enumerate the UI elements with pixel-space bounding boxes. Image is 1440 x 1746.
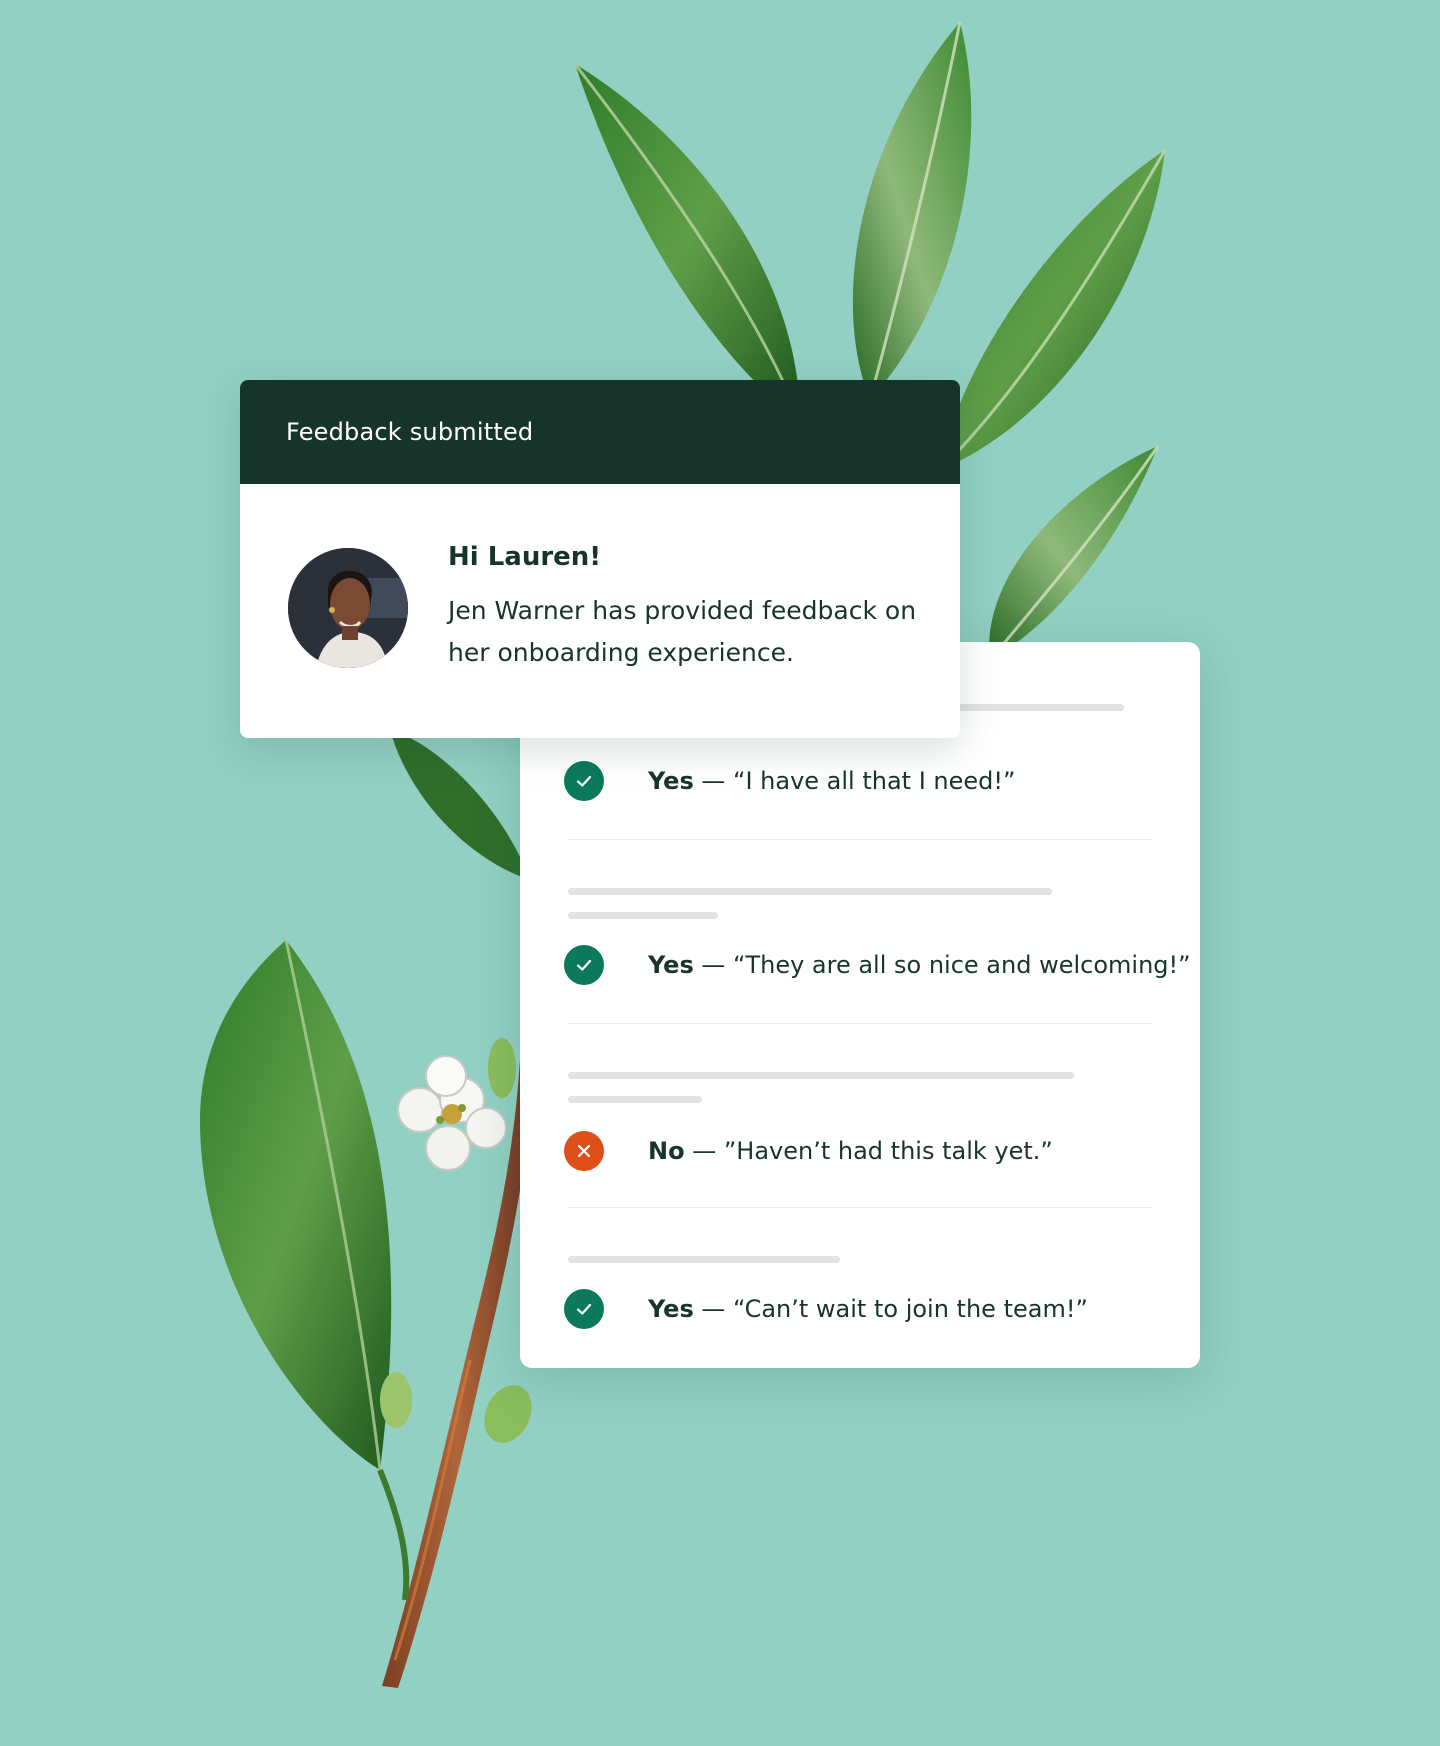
placeholder-line — [568, 888, 1052, 895]
feedback-answers-card: Yes — “I have all that I need!” Yes — “T… — [520, 642, 1200, 1368]
answer-verdict: No — [648, 1137, 685, 1165]
answer-verdict: Yes — [648, 767, 694, 795]
answer-text: Yes — “Can’t wait to join the team!” — [648, 1289, 1088, 1329]
placeholder-line — [568, 1256, 840, 1263]
greeting: Hi Lauren! — [448, 542, 602, 572]
answer-verdict: Yes — [648, 1295, 694, 1323]
answer-quote: — “They are all so nice and welcoming!” — [693, 951, 1191, 979]
answer-verdict: Yes — [648, 951, 694, 979]
divider — [568, 839, 1152, 840]
illustration-stage: Yes — “I have all that I need!” Yes — “T… — [0, 0, 1440, 1746]
answer-text: Yes — “I have all that I need!” — [648, 761, 1015, 801]
check-icon — [564, 761, 604, 801]
x-icon — [564, 1131, 604, 1171]
answer-quote: — “Can’t wait to join the team!” — [693, 1295, 1088, 1323]
answer-row: Yes — “They are all so nice and welcomin… — [564, 945, 1191, 989]
notification-body: Hi Lauren! Jen Warner has provided feedb… — [240, 484, 960, 738]
answer-quote: — ”Haven’t had this talk yet.” — [684, 1137, 1053, 1165]
answer-text: Yes — “They are all so nice and welcomin… — [648, 945, 1191, 985]
notification-header: Feedback submitted — [240, 380, 960, 484]
notification-message: Jen Warner has provided feedback on her … — [448, 596, 917, 667]
lower-branch — [200, 939, 534, 1688]
answer-quote: — “I have all that I need!” — [693, 767, 1016, 795]
divider — [568, 1207, 1152, 1208]
placeholder-line — [568, 1096, 702, 1103]
answer-row: Yes — “Can’t wait to join the team!” — [564, 1289, 1164, 1333]
answer-row: Yes — “I have all that I need!” — [564, 761, 1164, 805]
answer-text: No — ”Haven’t had this talk yet.” — [648, 1131, 1053, 1171]
placeholder-line — [568, 1072, 1074, 1079]
check-icon — [564, 945, 604, 985]
divider — [568, 1023, 1152, 1024]
answer-row: No — ”Haven’t had this talk yet.” — [564, 1131, 1164, 1175]
avatar — [288, 548, 408, 668]
check-icon — [564, 1289, 604, 1329]
feedback-notification-card[interactable]: Feedback submitted Hi Lauren! Jen Warner… — [240, 380, 960, 738]
placeholder-line — [568, 912, 718, 919]
